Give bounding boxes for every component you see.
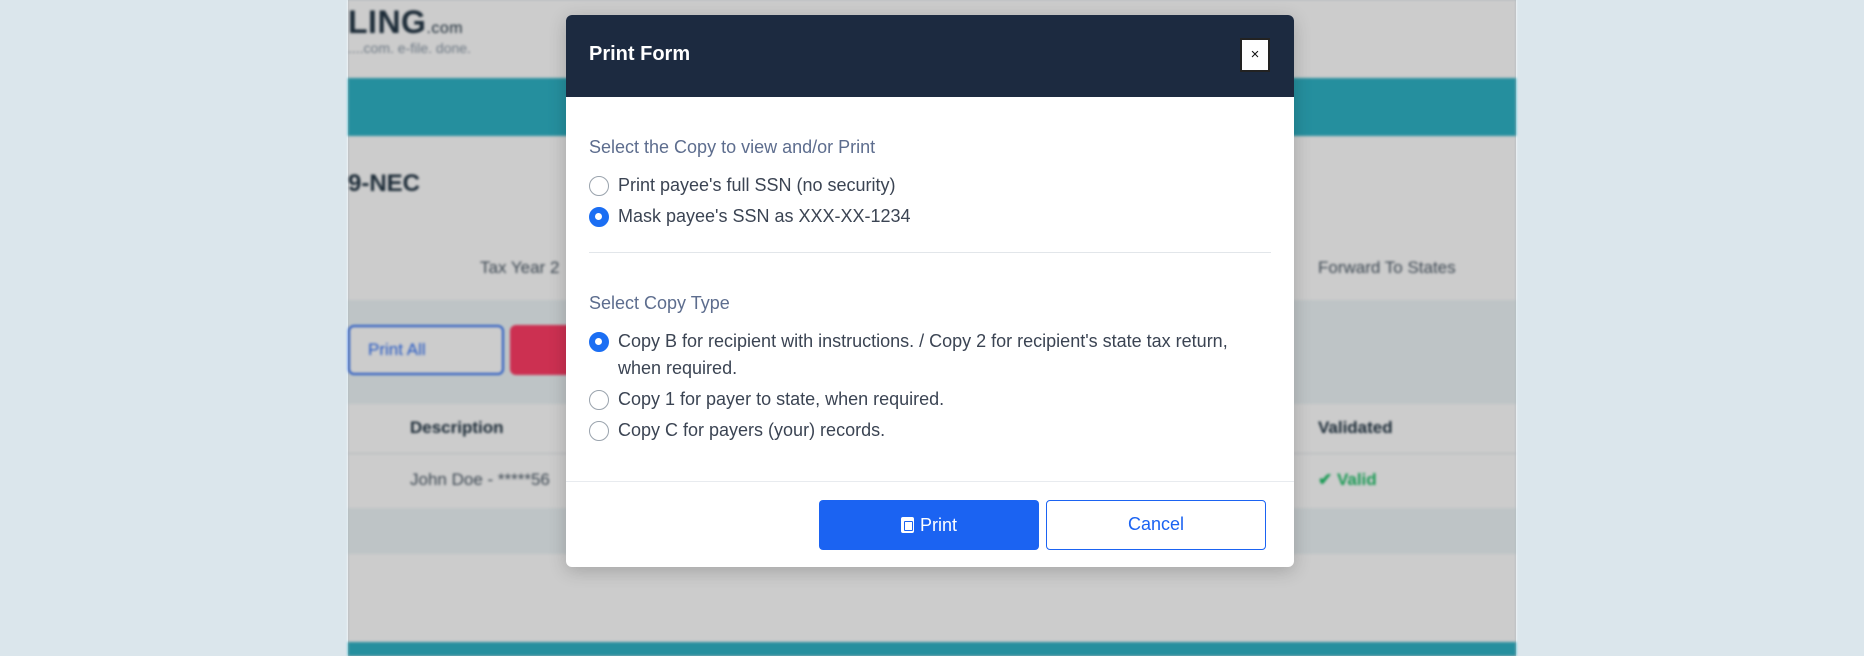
- radio-button-checked[interactable]: [589, 332, 609, 352]
- print-button-label: Print: [919, 515, 957, 535]
- cancel-button[interactable]: Cancel: [1046, 500, 1266, 550]
- print-button[interactable]: Print: [819, 500, 1039, 550]
- modal-body: Select the Copy to view and/or Print Pri…: [566, 97, 1294, 444]
- radio-label: Mask payee's SSN as XXX-XX-1234: [618, 206, 911, 226]
- modal-footer: Print Cancel: [566, 481, 1294, 567]
- radio-label: Copy 1 for payer to state, when required…: [618, 389, 945, 409]
- radio-option-copy-b[interactable]: Copy B for recipient with instructions. …: [589, 328, 1271, 382]
- radio-option-copy-1[interactable]: Copy 1 for payer to state, when required…: [589, 386, 1271, 413]
- radio-button[interactable]: [589, 176, 609, 196]
- ssn-section-label: Select the Copy to view and/or Print: [589, 137, 876, 157]
- radio-option-copy-c[interactable]: Copy C for payers (your) records.: [589, 417, 1271, 444]
- copy-type-section-label: Select Copy Type: [589, 293, 730, 313]
- section-divider: [589, 252, 1271, 253]
- radio-label: Copy B for recipient with instructions. …: [618, 331, 1228, 378]
- radio-button[interactable]: [589, 390, 609, 410]
- print-form-modal: Print Form × Select the Copy to view and…: [566, 15, 1294, 567]
- radio-button-checked[interactable]: [589, 207, 609, 227]
- modal-title: Print Form: [589, 43, 691, 65]
- radio-label: Copy C for payers (your) records.: [618, 420, 886, 440]
- radio-option-full-ssn[interactable]: Print payee's full SSN (no security): [589, 172, 1271, 199]
- pdf-file-icon: [900, 517, 914, 533]
- close-button[interactable]: ×: [1240, 38, 1270, 72]
- modal-header: Print Form ×: [566, 15, 1294, 97]
- radio-button[interactable]: [589, 421, 609, 441]
- radio-option-mask-ssn[interactable]: Mask payee's SSN as XXX-XX-1234: [589, 203, 1271, 230]
- radio-label: Print payee's full SSN (no security): [618, 175, 896, 195]
